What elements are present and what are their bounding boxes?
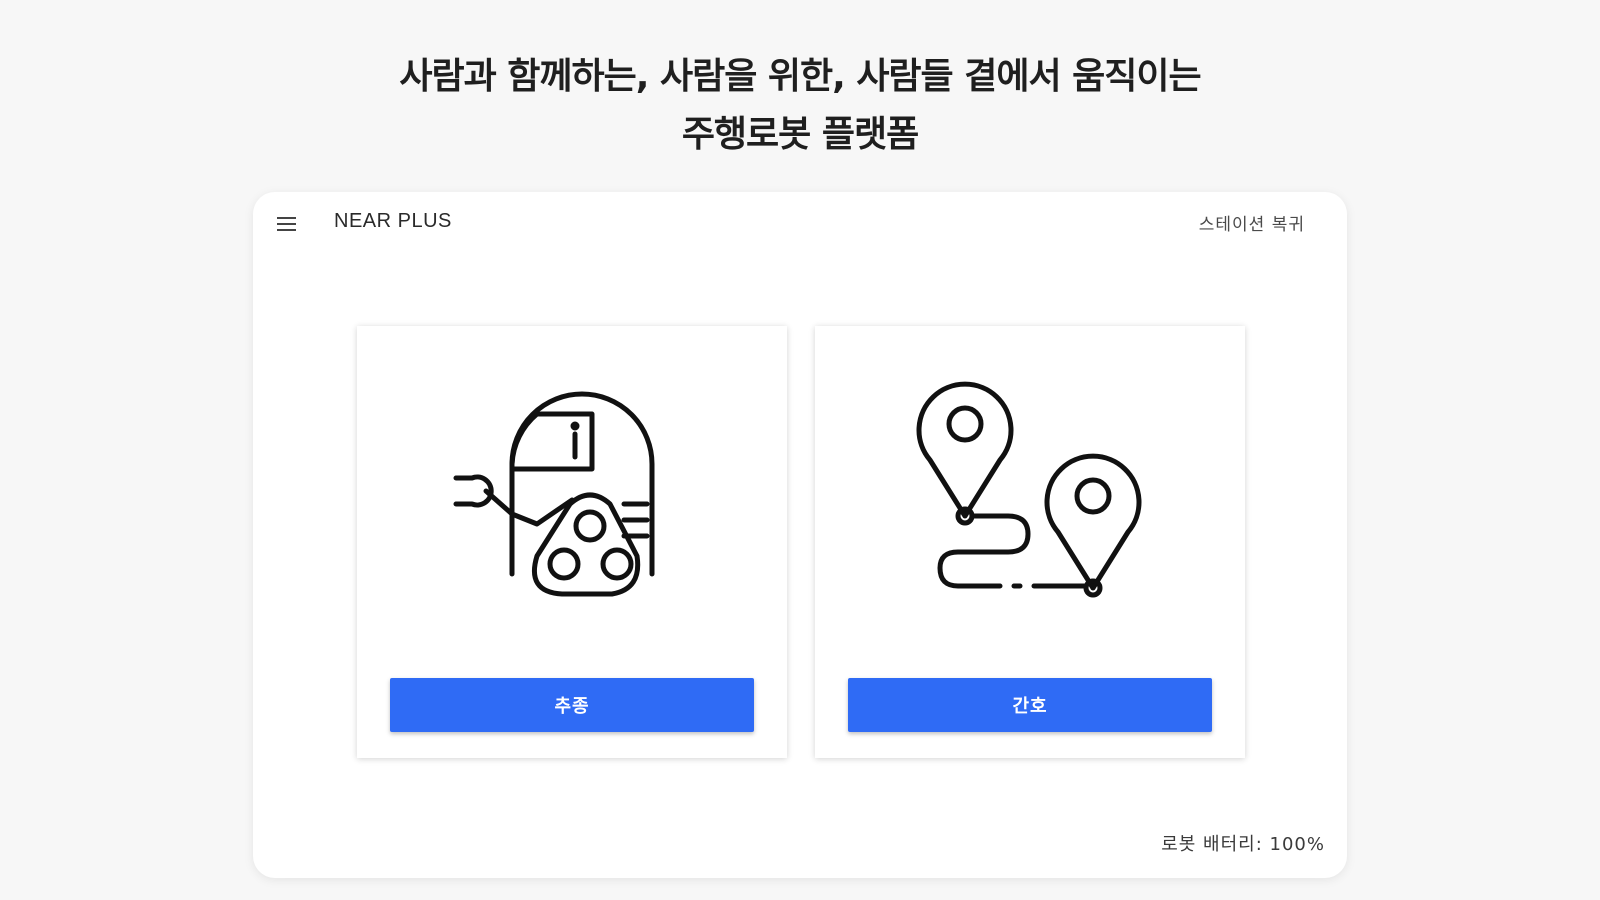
app-window: NEAR PLUS 스테이션 복귀 추종 간호 로봇 배터리: 100% <box>253 192 1347 878</box>
app-title: NEAR PLUS <box>334 210 452 232</box>
headline-line-1: 사람과 함께하는, 사람을 위한, 사람들 곁에서 움직이는 <box>399 56 1201 97</box>
page-headline: 사람과 함께하는, 사람을 위한, 사람들 곁에서 움직이는 주행로봇 플랫폼 <box>0 48 1600 164</box>
top-bar: NEAR PLUS 스테이션 복귀 <box>253 192 1347 252</box>
nursing-button[interactable]: 간호 <box>848 678 1212 732</box>
route-pins-icon <box>916 381 1142 598</box>
follow-button[interactable]: 추종 <box>390 678 754 732</box>
follow-card: 추종 <box>357 326 787 758</box>
robot-icon <box>453 391 655 597</box>
headline-line-2: 주행로봇 플랫폼 <box>681 114 919 155</box>
hamburger-menu-icon[interactable] <box>275 212 299 236</box>
nursing-card: 간호 <box>815 326 1245 758</box>
station-return-button[interactable]: 스테이션 복귀 <box>1199 210 1305 235</box>
battery-status: 로봇 배터리: 100% <box>1161 834 1325 855</box>
